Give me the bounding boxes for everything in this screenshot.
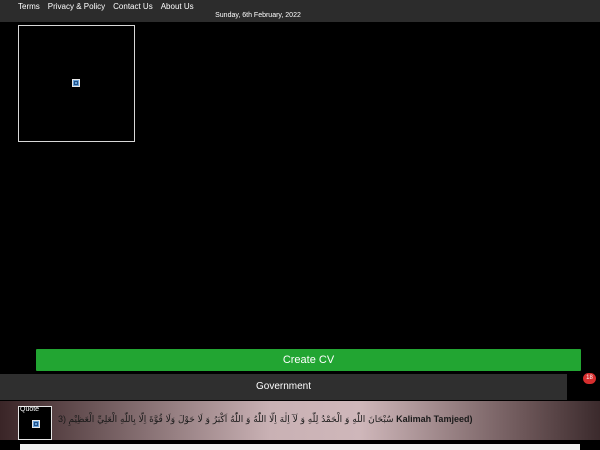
create-cv-button[interactable]: Create CV bbox=[36, 349, 581, 371]
broken-image-icon bbox=[32, 420, 40, 428]
kalimah-text: 3) سُبْحَانَ اللّٰهِ وَ الْحَمْدُ لِلّٰه… bbox=[58, 412, 588, 426]
quote-image-box: Quote bbox=[18, 406, 52, 440]
bottom-strip bbox=[20, 444, 580, 450]
kalimah-title: Kalimah Tamjeed) bbox=[396, 414, 473, 424]
kalimah-arabic: سُبْحَانَ اللّٰهِ وَ الْحَمْدُ لِلّٰهِ و… bbox=[68, 415, 394, 425]
kalimah-number: 3) bbox=[58, 414, 67, 424]
broken-image-icon bbox=[72, 79, 80, 87]
quote-label: Quote bbox=[20, 406, 40, 413]
notification-badge: 18 bbox=[583, 373, 596, 384]
current-date: Sunday, 6th February, 2022 bbox=[215, 12, 301, 19]
ad-image-box[interactable] bbox=[18, 25, 135, 142]
government-bar[interactable]: Government bbox=[0, 374, 567, 400]
page: Terms Privacy & Policy Contact Us About … bbox=[0, 0, 600, 450]
top-bar: Terms Privacy & Policy Contact Us About … bbox=[0, 0, 600, 22]
